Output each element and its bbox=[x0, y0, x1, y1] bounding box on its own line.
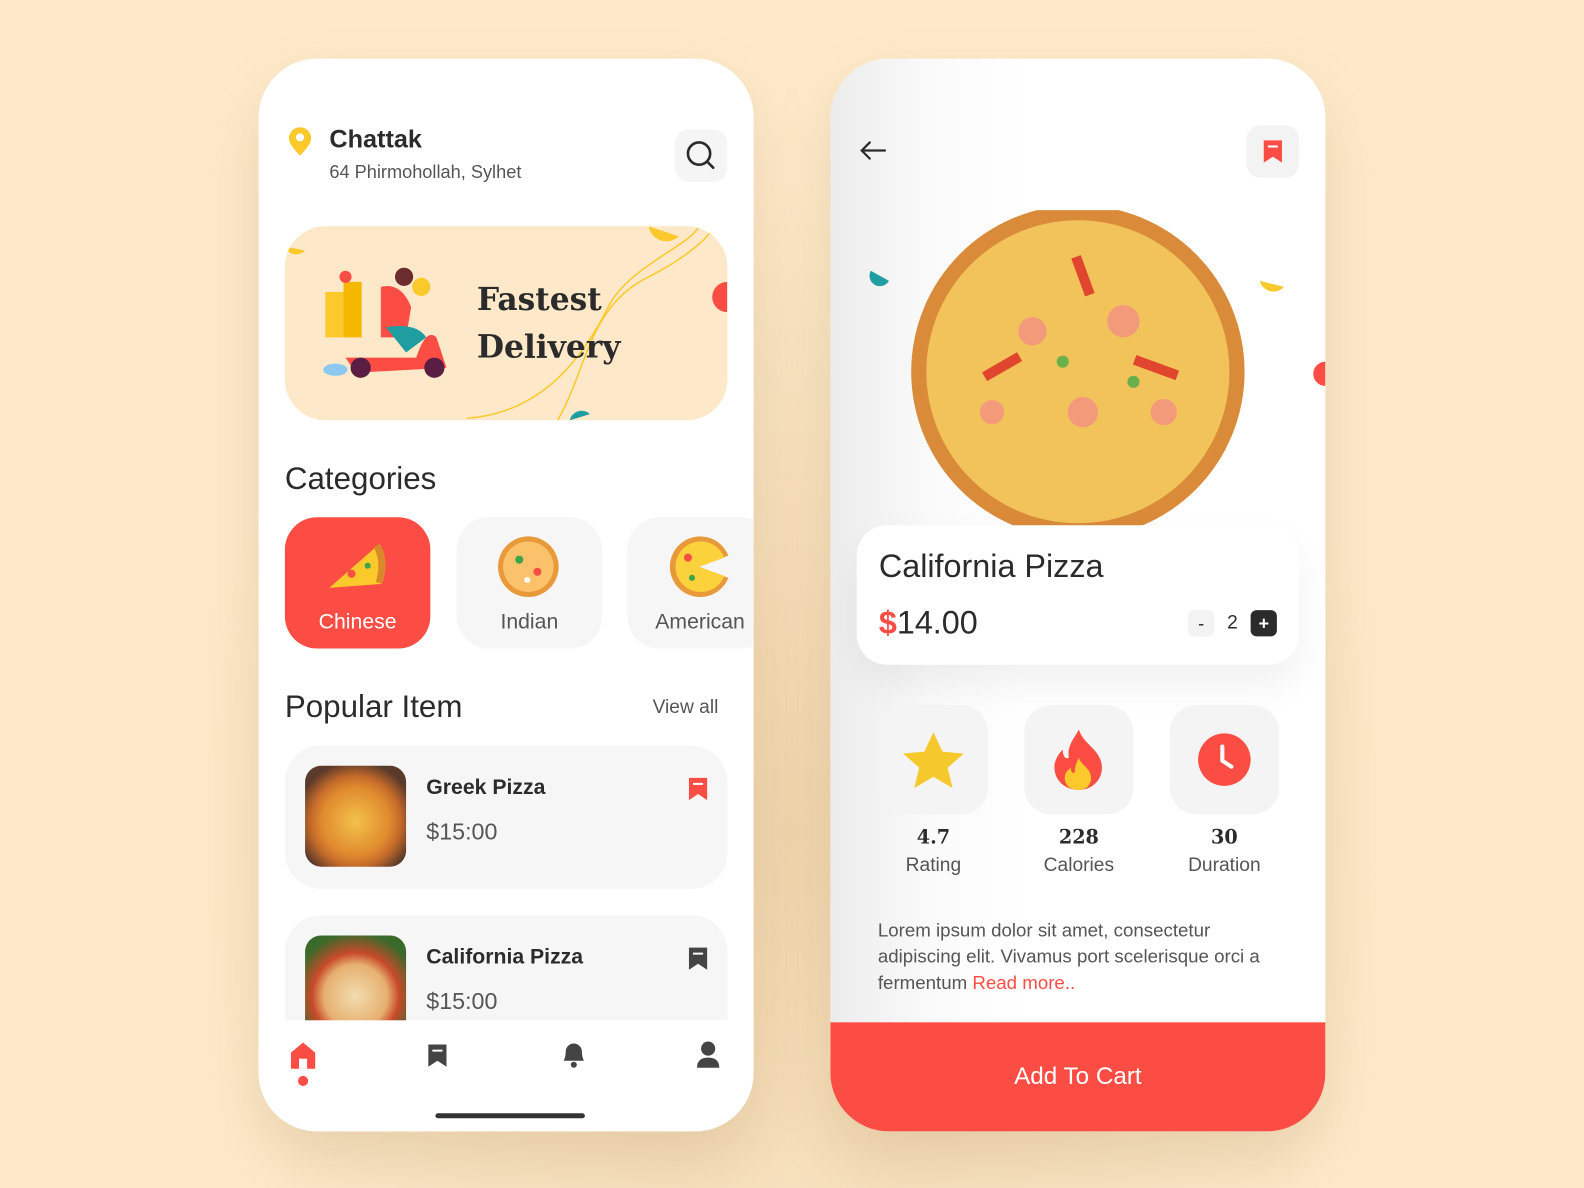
bookmark-icon bbox=[1263, 140, 1282, 163]
read-more-link[interactable]: Read more.. bbox=[972, 972, 1075, 993]
bookmark-icon[interactable] bbox=[687, 776, 709, 802]
back-arrow-icon[interactable] bbox=[859, 139, 887, 161]
clock-icon bbox=[1198, 733, 1251, 786]
item-image bbox=[305, 765, 407, 867]
pizza-icon bbox=[498, 536, 559, 598]
decrease-quantity-button[interactable]: - bbox=[1187, 610, 1215, 637]
promo-banner[interactable]: Fastest Delivery bbox=[284, 226, 728, 421]
list-item[interactable]: Greek Pizza $15:00 bbox=[284, 745, 728, 889]
currency-symbol: $ bbox=[878, 604, 897, 641]
product-price: $14.00 bbox=[879, 604, 978, 641]
home-indicator bbox=[435, 1113, 585, 1119]
description: Lorem ipsum dolor sit amet, consectetur … bbox=[878, 917, 1262, 996]
quantity-value: 2 bbox=[1227, 612, 1238, 634]
pizza-icon bbox=[669, 536, 729, 598]
detail-screen: California Pizza $14.00 - 2 + 4.7 228 30… bbox=[830, 58, 1326, 1132]
location-address: 64 Phirmohollah, Sylhet bbox=[329, 161, 522, 182]
item-price: $15:00 bbox=[426, 818, 498, 845]
product-title: California Pizza bbox=[878, 547, 1104, 584]
calories-value: 228 bbox=[1058, 826, 1099, 849]
increase-quantity-button[interactable]: + bbox=[1250, 610, 1277, 637]
rating-box bbox=[878, 705, 988, 815]
bookmark-button[interactable] bbox=[1246, 125, 1300, 178]
category-indian[interactable]: Indian bbox=[456, 517, 603, 649]
bookmark-icon[interactable] bbox=[687, 946, 709, 972]
bell-icon[interactable] bbox=[561, 1041, 587, 1069]
category-label: American bbox=[655, 610, 745, 634]
bookmark-icon[interactable] bbox=[426, 1043, 448, 1069]
location-name: Chattak bbox=[329, 125, 422, 154]
category-label: Indian bbox=[500, 610, 559, 634]
category-chinese[interactable]: Chinese bbox=[284, 517, 431, 649]
add-to-cart-button[interactable]: Add To Cart bbox=[830, 1022, 1326, 1132]
rating-value: 4.7 bbox=[916, 826, 951, 849]
calories-label: Calories bbox=[1043, 854, 1115, 876]
home-icon[interactable] bbox=[289, 1041, 317, 1087]
pizza-image bbox=[869, 210, 1326, 534]
star-icon bbox=[903, 732, 964, 788]
price-value: 14.00 bbox=[896, 604, 978, 641]
calories-box bbox=[1024, 705, 1134, 815]
item-price: $15:00 bbox=[426, 987, 498, 1015]
banner-line-1: Fastest bbox=[476, 281, 602, 319]
banner-line-2: Delivery bbox=[476, 329, 621, 366]
fire-icon bbox=[1054, 729, 1102, 790]
home-screen: Chattak 64 Phirmohollah, Sylhet Fastest D… bbox=[258, 58, 754, 1132]
location-pin-icon bbox=[288, 127, 312, 156]
duration-value: 30 bbox=[1210, 826, 1238, 849]
item-name: Greek Pizza bbox=[426, 775, 546, 800]
banner-title: Fastest Delivery bbox=[477, 277, 621, 372]
popular-heading: Popular Item bbox=[284, 688, 463, 725]
search-icon bbox=[686, 141, 715, 170]
view-all-link[interactable]: View all bbox=[653, 697, 719, 719]
category-label: Chinese bbox=[318, 610, 397, 634]
product-card: California Pizza $14.00 - 2 + bbox=[856, 525, 1300, 665]
user-icon[interactable] bbox=[696, 1041, 720, 1069]
pizza-slice-icon bbox=[329, 543, 386, 588]
rating-label: Rating bbox=[905, 854, 962, 876]
category-american[interactable]: American bbox=[627, 517, 754, 649]
item-name: California Pizza bbox=[426, 945, 584, 969]
duration-box bbox=[1169, 705, 1279, 815]
duration-label: Duration bbox=[1188, 854, 1261, 876]
categories-heading: Categories bbox=[284, 460, 437, 497]
search-button[interactable] bbox=[674, 129, 728, 182]
